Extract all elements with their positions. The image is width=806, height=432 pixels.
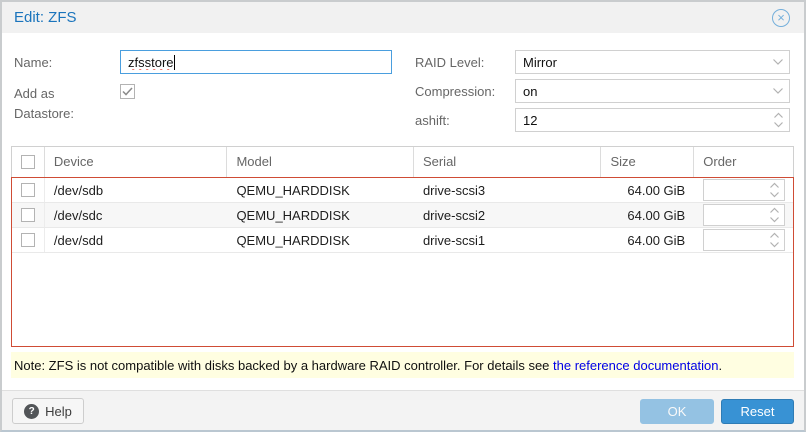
cell-device: /dev/sdd (45, 228, 228, 252)
reference-documentation-link[interactable]: the reference documentation (553, 358, 719, 373)
ok-button[interactable]: OK (640, 399, 714, 424)
spinner-up-icon[interactable] (773, 112, 784, 119)
table-row[interactable]: /dev/sdd QEMU_HARDDISK drive-scsi1 64.00… (12, 228, 793, 253)
help-button[interactable]: ? Help (12, 398, 84, 424)
row-checkbox-cell (12, 228, 45, 252)
disk-grid-body: /dev/sdb QEMU_HARDDISK drive-scsi3 64.00… (11, 177, 794, 347)
row-checkbox[interactable] (21, 233, 35, 247)
chevron-down-icon[interactable] (768, 87, 784, 95)
checkmark-icon (122, 87, 133, 97)
spinner-up-icon[interactable] (769, 232, 780, 239)
compression-value: on (523, 84, 768, 99)
add-datastore-label: Add as Datastore: (14, 84, 106, 124)
order-spinner[interactable] (703, 204, 785, 226)
cell-serial: drive-scsi3 (414, 178, 602, 202)
disk-grid: Device Model Serial Size Order /dev/sdb … (11, 146, 794, 347)
ashift-value: 12 (523, 113, 768, 128)
column-header-order[interactable]: Order (694, 147, 793, 177)
column-header-device[interactable]: Device (45, 147, 228, 177)
cell-serial: drive-scsi2 (414, 203, 602, 227)
spinner-up-icon[interactable] (769, 207, 780, 214)
table-row[interactable]: /dev/sdb QEMU_HARDDISK drive-scsi3 64.00… (12, 178, 793, 203)
chevron-down-icon[interactable] (768, 58, 784, 66)
cell-order (694, 178, 793, 202)
raid-level-select[interactable]: Mirror (515, 50, 790, 74)
cell-size: 64.00 GiB (601, 203, 694, 227)
close-icon[interactable]: × (772, 9, 790, 27)
note-text-suffix: . (719, 358, 723, 373)
select-all-checkbox[interactable] (21, 155, 35, 169)
name-input-value: zfsstore (128, 55, 174, 70)
compression-label: Compression: (415, 84, 495, 100)
column-header-serial[interactable]: Serial (414, 147, 602, 177)
cell-size: 64.00 GiB (601, 228, 694, 252)
dialog-title: Edit: ZFS (14, 2, 77, 33)
dialog-footer: ? Help OK Reset (2, 390, 804, 430)
cell-serial: drive-scsi1 (414, 228, 602, 252)
raid-level-value: Mirror (523, 55, 768, 70)
spinner-down-icon[interactable] (769, 216, 780, 223)
row-checkbox-cell (12, 203, 45, 227)
spinner-down-icon[interactable] (773, 121, 784, 128)
cell-model: QEMU_HARDDISK (227, 228, 414, 252)
cell-model: QEMU_HARDDISK (227, 203, 414, 227)
name-label: Name: (14, 55, 52, 71)
row-checkbox-cell (12, 178, 45, 202)
add-datastore-checkbox[interactable] (120, 84, 135, 99)
help-button-label: Help (45, 404, 72, 419)
note-bar: Note: ZFS is not compatible with disks b… (11, 352, 794, 378)
order-spinner[interactable] (703, 229, 785, 251)
cell-order (694, 203, 793, 227)
cell-device: /dev/sdb (45, 178, 228, 202)
note-text: Note: ZFS is not compatible with disks b… (14, 358, 553, 373)
reset-button[interactable]: Reset (721, 399, 794, 424)
select-all-cell (12, 147, 45, 177)
spinner-down-icon[interactable] (769, 191, 780, 198)
ashift-spinner[interactable]: 12 (515, 108, 790, 132)
cell-order (694, 228, 793, 252)
cell-model: QEMU_HARDDISK (227, 178, 414, 202)
spinner-down-icon[interactable] (769, 241, 780, 248)
dialog-titlebar: Edit: ZFS (2, 2, 804, 33)
order-spinner[interactable] (703, 179, 785, 201)
name-input[interactable]: zfsstore (120, 50, 392, 74)
column-header-model[interactable]: Model (227, 147, 414, 177)
question-mark-icon: ? (24, 404, 39, 419)
raid-level-label: RAID Level: (415, 55, 484, 71)
text-caret (174, 55, 175, 70)
spinner-up-icon[interactable] (769, 182, 780, 189)
row-checkbox[interactable] (21, 208, 35, 222)
column-header-size[interactable]: Size (601, 147, 694, 177)
compression-select[interactable]: on (515, 79, 790, 103)
ashift-label: ashift: (415, 113, 450, 129)
cell-size: 64.00 GiB (601, 178, 694, 202)
table-row[interactable]: /dev/sdc QEMU_HARDDISK drive-scsi2 64.00… (12, 203, 793, 228)
cell-device: /dev/sdc (45, 203, 228, 227)
row-checkbox[interactable] (21, 183, 35, 197)
disk-grid-header: Device Model Serial Size Order (11, 146, 794, 177)
